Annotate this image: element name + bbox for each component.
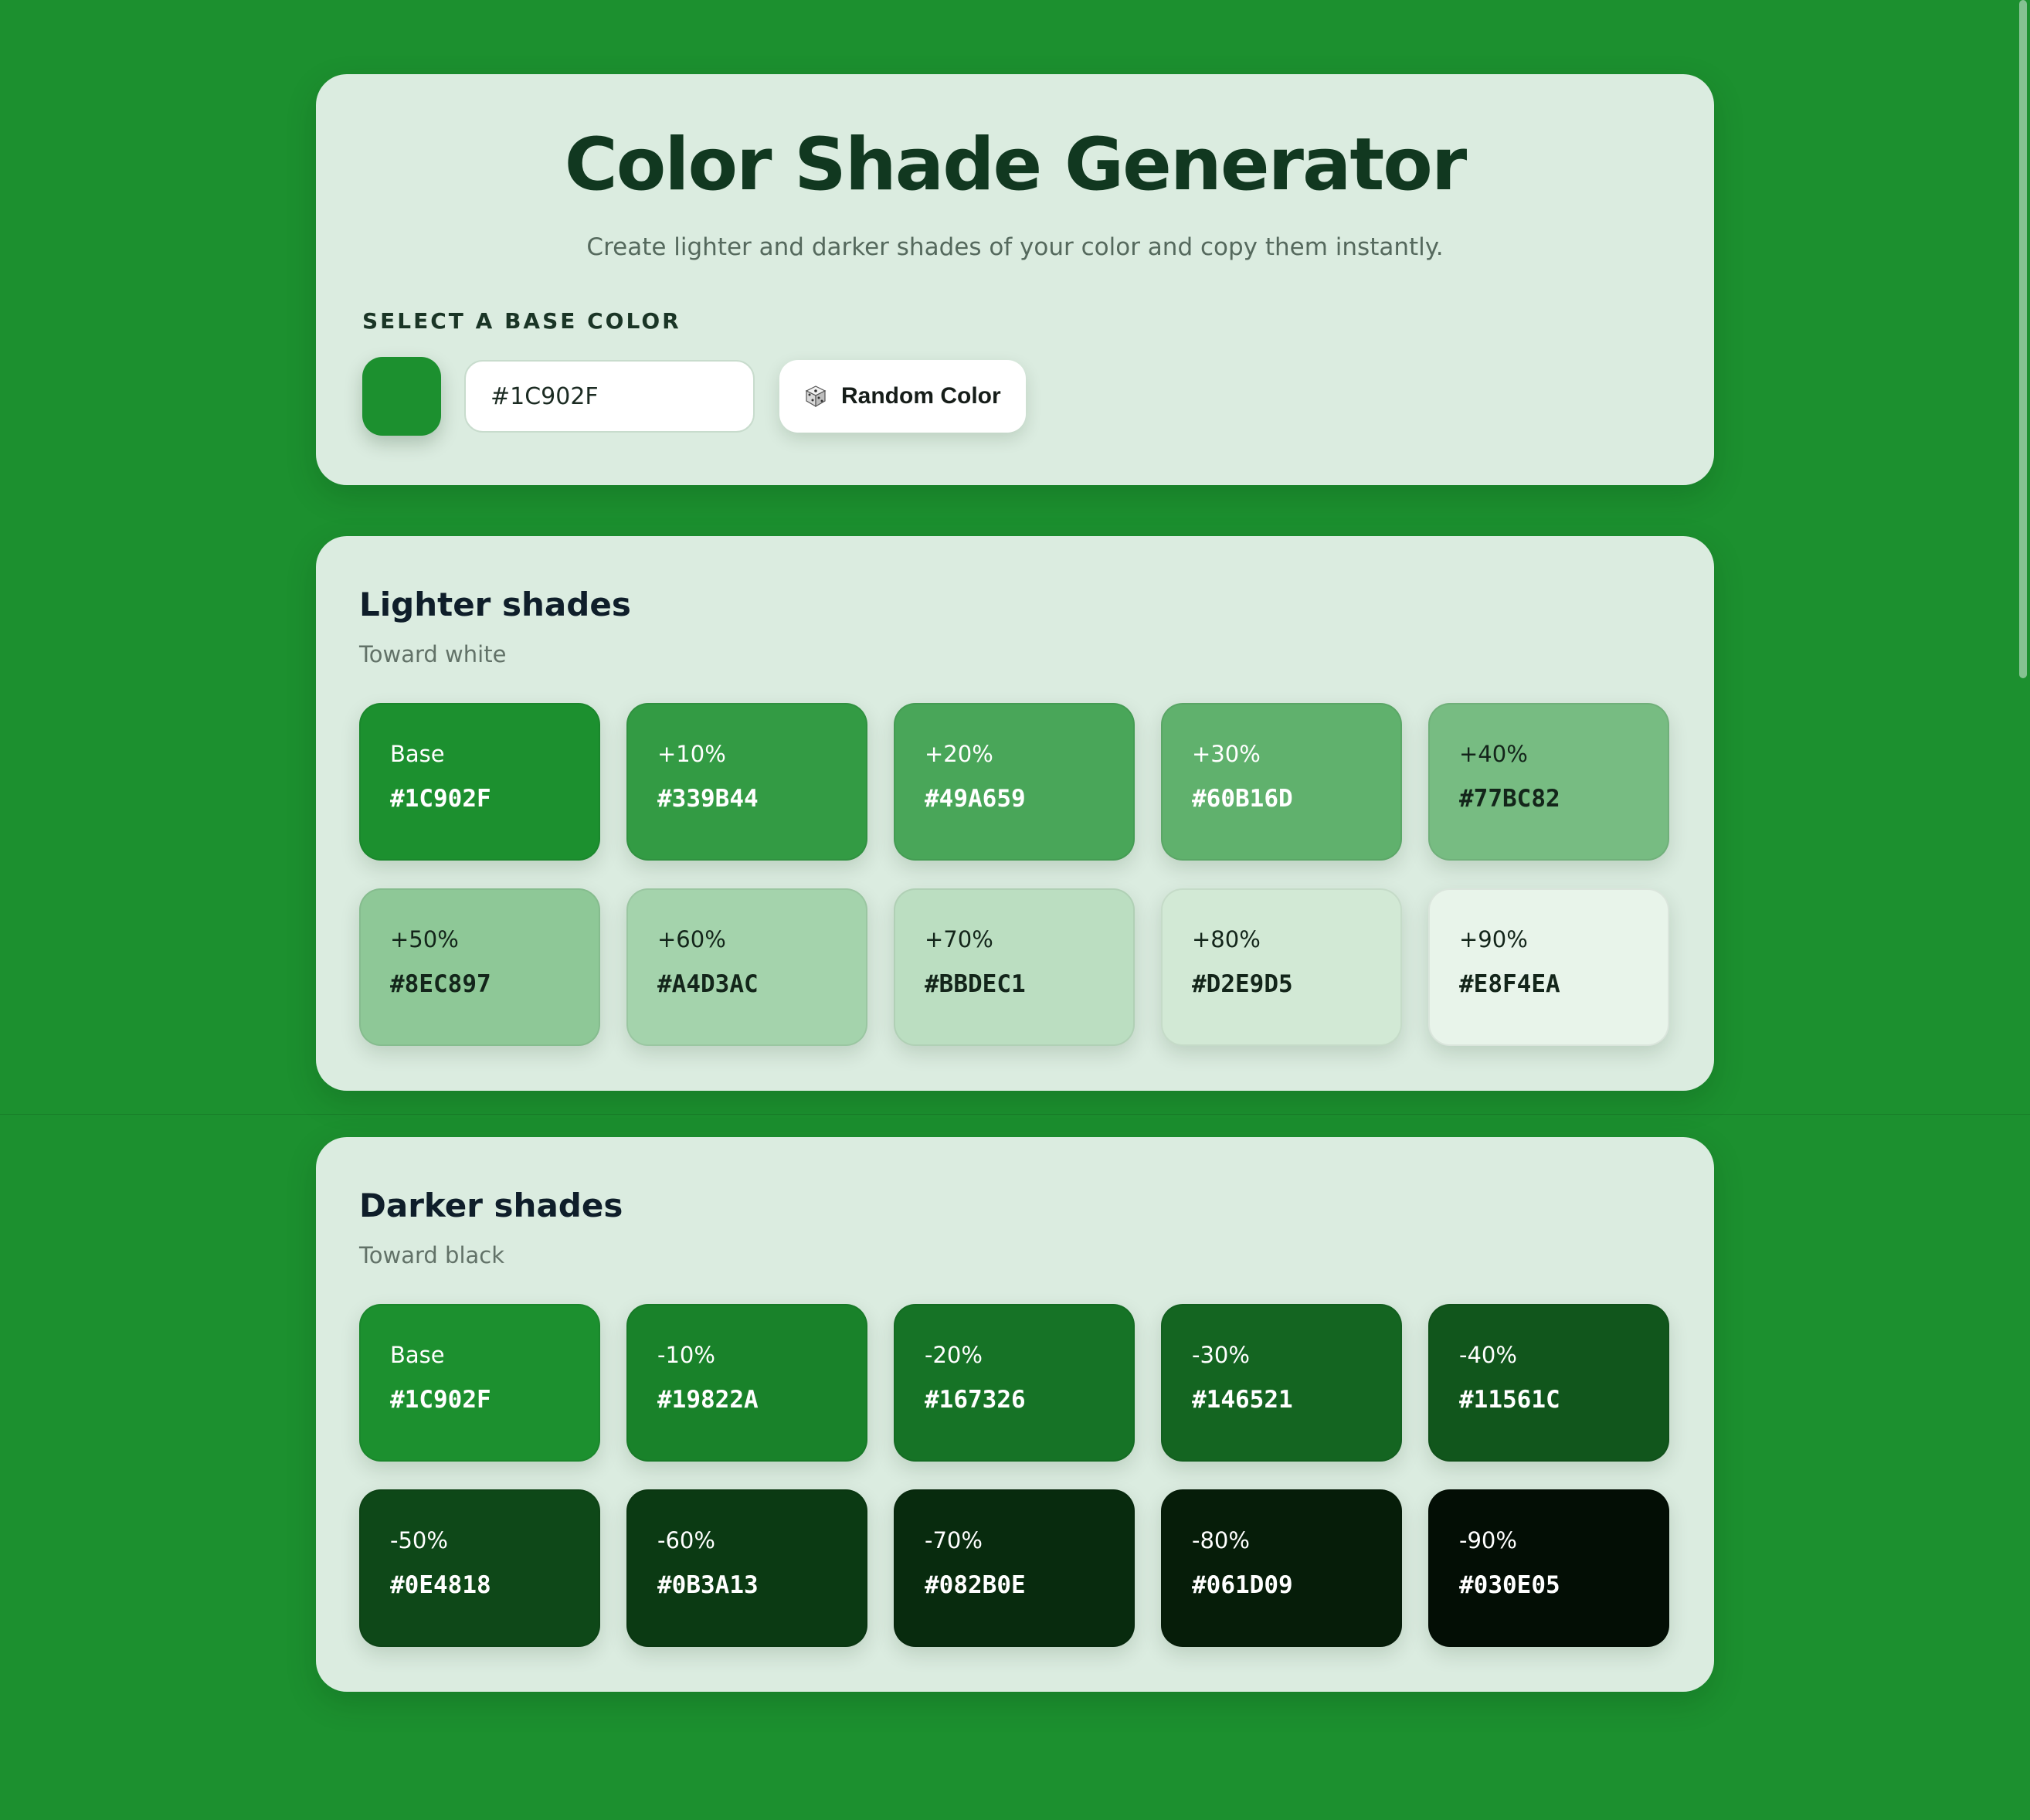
darker-shades-title: Darker shades — [359, 1187, 623, 1224]
shade-label: -40% — [1459, 1342, 1517, 1369]
shade-hex: #0E4818 — [390, 1571, 491, 1600]
shade-tile[interactable]: -30% #146521 — [1161, 1304, 1402, 1462]
shade-hex: #D2E9D5 — [1192, 970, 1293, 999]
shade-label: -30% — [1192, 1342, 1250, 1369]
shade-tile[interactable]: +30% #60B16D — [1161, 703, 1402, 861]
shade-tile[interactable]: +10% #339B44 — [626, 703, 867, 861]
page-subtitle: Create lighter and darker shades of your… — [586, 233, 1444, 262]
shade-tile[interactable]: Base #1C902F — [359, 1304, 600, 1462]
shade-tile[interactable]: +60% #A4D3AC — [626, 888, 867, 1047]
shade-label: -10% — [657, 1342, 715, 1369]
dice-icon — [804, 385, 827, 408]
random-color-label: Random Color — [841, 383, 1001, 409]
shade-tile[interactable]: Base #1C902F — [359, 703, 600, 861]
shade-tile[interactable]: +80% #D2E9D5 — [1161, 888, 1402, 1047]
shade-hex: #A4D3AC — [657, 970, 759, 999]
shade-tile[interactable]: -50% #0E4818 — [359, 1489, 600, 1648]
shade-hex: #1C902F — [390, 785, 491, 813]
shade-hex: #146521 — [1192, 1386, 1293, 1414]
shade-hex: #030E05 — [1459, 1571, 1560, 1600]
shade-tile[interactable]: -40% #11561C — [1428, 1304, 1669, 1462]
shade-tile[interactable]: -80% #061D09 — [1161, 1489, 1402, 1648]
shade-hex: #49A659 — [925, 785, 1026, 813]
shade-label: +10% — [657, 741, 726, 768]
shade-tile[interactable]: +40% #77BC82 — [1428, 703, 1669, 861]
shade-label: -80% — [1192, 1527, 1250, 1554]
shade-label: -20% — [925, 1342, 983, 1369]
shade-label: -50% — [390, 1527, 448, 1554]
shade-label: +90% — [1459, 926, 1528, 953]
lighter-shades-card: Lighter shades Toward white Base #1C902F … — [316, 536, 1714, 1091]
header-card: Color Shade Generator Create lighter and… — [316, 74, 1714, 485]
shade-hex: #167326 — [925, 1386, 1026, 1414]
shade-label: +20% — [925, 741, 993, 768]
base-color-label: SELECT A BASE COLOR — [362, 308, 681, 334]
shade-hex: #11561C — [1459, 1386, 1560, 1414]
shade-hex: #19822A — [657, 1386, 759, 1414]
shade-label: +80% — [1192, 926, 1261, 953]
shade-label: Base — [390, 741, 445, 768]
shade-tile[interactable]: +90% #E8F4EA — [1428, 888, 1669, 1047]
color-picker-swatch[interactable] — [362, 357, 441, 436]
shade-hex: #0B3A13 — [657, 1571, 759, 1600]
shade-hex: #E8F4EA — [1459, 970, 1560, 999]
shade-tile[interactable]: -10% #19822A — [626, 1304, 867, 1462]
shade-tile[interactable]: -20% #167326 — [894, 1304, 1135, 1462]
shade-label: -60% — [657, 1527, 715, 1554]
shade-hex: #061D09 — [1192, 1571, 1293, 1600]
shade-label: Base — [390, 1342, 445, 1369]
color-controls: Random Color — [362, 357, 1668, 436]
lighter-shades-grid: Base #1C902F +10% #339B44 +20% #49A659 +30%… — [359, 703, 1671, 1047]
darker-shades-subtitle: Toward black — [359, 1242, 505, 1269]
shade-tile[interactable]: +70% #BBDEC1 — [894, 888, 1135, 1047]
shade-label: +40% — [1459, 741, 1528, 768]
shade-hex: #339B44 — [657, 785, 759, 813]
shade-hex: #082B0E — [925, 1571, 1026, 1600]
shade-label: +50% — [390, 926, 459, 953]
shade-hex: #1C902F — [390, 1386, 491, 1414]
shade-hex: #60B16D — [1192, 785, 1293, 813]
shade-tile[interactable]: -70% #082B0E — [894, 1489, 1135, 1648]
hex-input[interactable] — [464, 360, 755, 433]
shade-tile[interactable]: +50% #8EC897 — [359, 888, 600, 1047]
shade-hex: #77BC82 — [1459, 785, 1560, 813]
darker-shades-card: Darker shades Toward black Base #1C902F -… — [316, 1137, 1714, 1692]
shade-label: -90% — [1459, 1527, 1517, 1554]
shade-label: +70% — [925, 926, 993, 953]
shade-tile[interactable]: -90% #030E05 — [1428, 1489, 1669, 1648]
shade-hex: #BBDEC1 — [925, 970, 1026, 999]
page-scrollbar[interactable] — [2019, 0, 2027, 678]
shade-label: +30% — [1192, 741, 1261, 768]
shade-tile[interactable]: -60% #0B3A13 — [626, 1489, 867, 1648]
lighter-shades-title: Lighter shades — [359, 586, 631, 623]
darker-shades-grid: Base #1C902F -10% #19822A -20% #167326 -30%… — [359, 1304, 1671, 1648]
shade-tile[interactable]: +20% #49A659 — [894, 703, 1135, 861]
page-divider — [0, 1114, 2030, 1115]
shade-label: -70% — [925, 1527, 983, 1554]
shade-hex: #8EC897 — [390, 970, 491, 999]
shade-label: +60% — [657, 926, 726, 953]
lighter-shades-subtitle: Toward white — [359, 641, 507, 668]
page-title: Color Shade Generator — [564, 123, 1468, 207]
random-color-button[interactable]: Random Color — [779, 360, 1026, 433]
